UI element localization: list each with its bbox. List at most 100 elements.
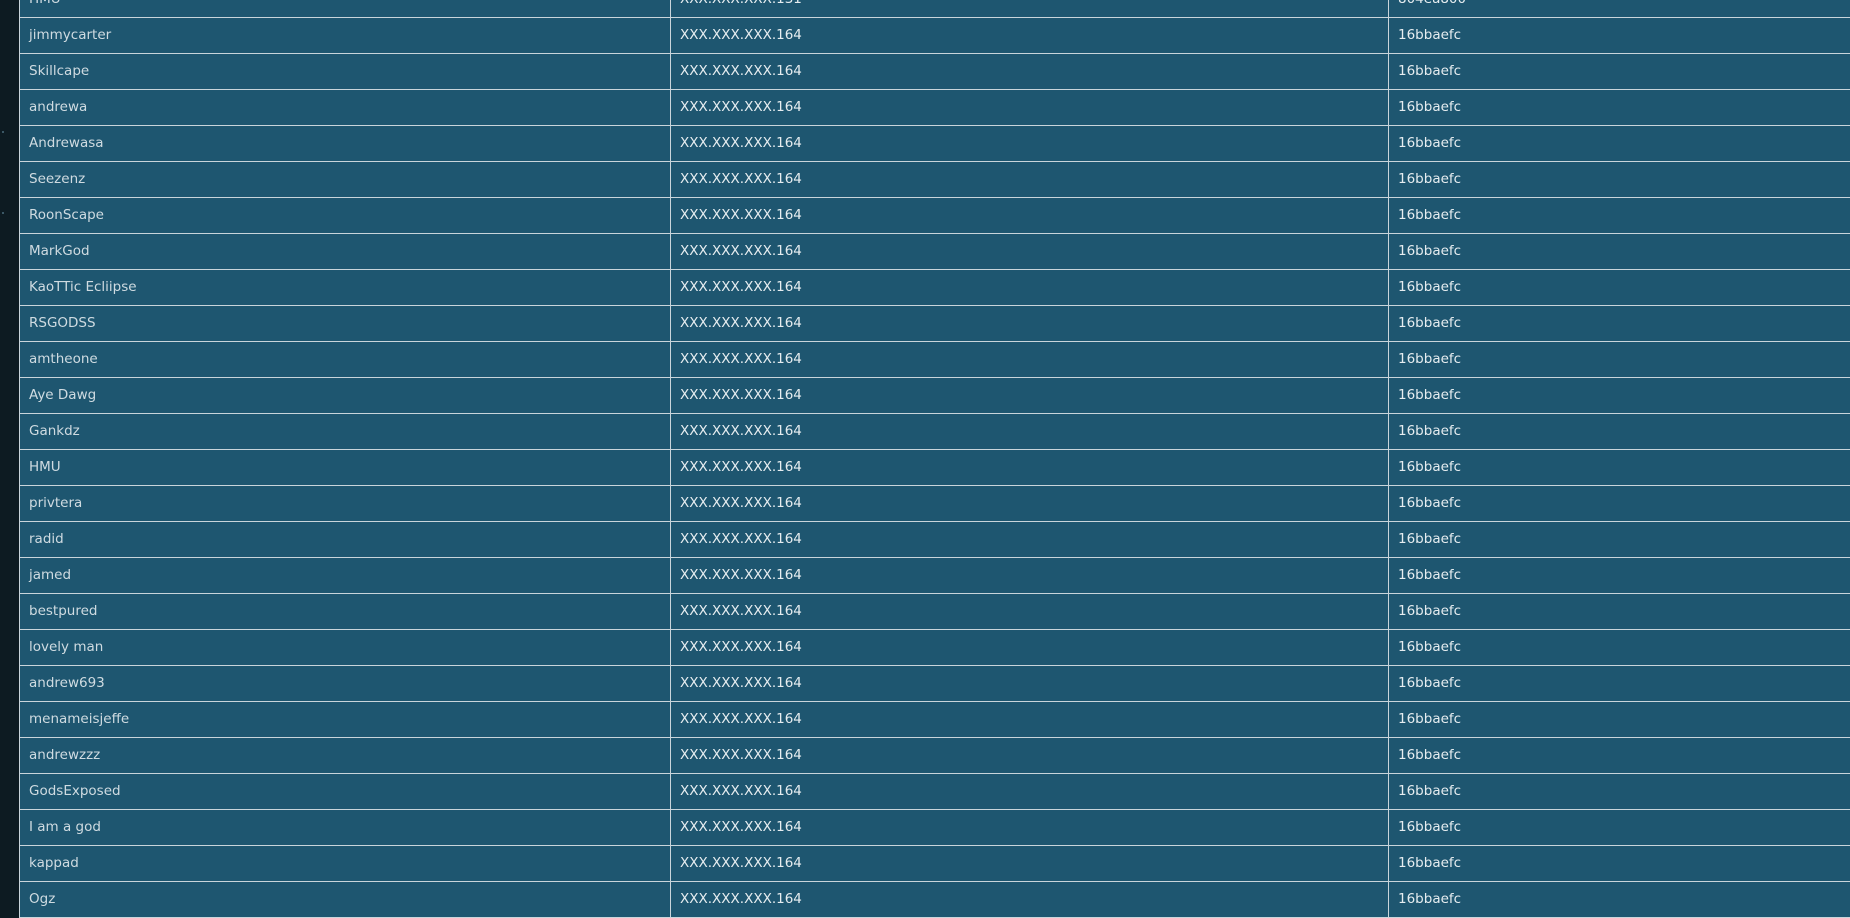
table-row: GodsExposed XXX.XXX.XXX.164 16bbaefc bbox=[19, 773, 1850, 810]
ip-address-cell: XXX.XXX.XXX.164 bbox=[670, 305, 1389, 342]
table-row: Aye Dawg XXX.XXX.XXX.164 16bbaefc bbox=[19, 377, 1850, 414]
username-cell: Seezenz bbox=[19, 161, 671, 198]
table-row: bestpured XXX.XXX.XXX.164 16bbaefc bbox=[19, 593, 1850, 630]
hash-cell: 16bbaefc bbox=[1388, 773, 1850, 810]
table-row: andrewa XXX.XXX.XXX.164 16bbaefc bbox=[19, 89, 1850, 126]
hash-cell: 16bbaefc bbox=[1388, 89, 1850, 126]
ip-address-cell: XXX.XXX.XXX.164 bbox=[670, 845, 1389, 882]
username-cell: Skillcape bbox=[19, 53, 671, 90]
table-row: Skillcape XXX.XXX.XXX.164 16bbaefc bbox=[19, 53, 1850, 90]
ip-address-cell: XXX.XXX.XXX.164 bbox=[670, 737, 1389, 774]
table-row: HMU XXX.XXX.XXX.164 16bbaefc bbox=[19, 449, 1850, 486]
table-row: radid XXX.XXX.XXX.164 16bbaefc bbox=[19, 521, 1850, 558]
ip-address-cell: XXX.XXX.XXX.164 bbox=[670, 665, 1389, 702]
table-row: RSGODSS XXX.XXX.XXX.164 16bbaefc bbox=[19, 305, 1850, 342]
username-cell: bestpured bbox=[19, 593, 671, 630]
hash-cell: 16bbaefc bbox=[1388, 197, 1850, 234]
hash-cell: 16bbaefc bbox=[1388, 125, 1850, 162]
hash-cell: 16bbaefc bbox=[1388, 809, 1850, 846]
hash-cell: 16bbaefc bbox=[1388, 341, 1850, 378]
hash-cell: 16bbaefc bbox=[1388, 881, 1850, 918]
ip-address-cell: XXX.XXX.XXX.164 bbox=[670, 53, 1389, 90]
hash-cell: 16bbaefc bbox=[1388, 845, 1850, 882]
ip-address-cell: XXX.XXX.XXX.164 bbox=[670, 773, 1389, 810]
ip-address-cell: XXX.XXX.XXX.131 bbox=[670, 0, 1389, 18]
table-row: HMUXXX.XXX.XXX.131804ea800 bbox=[19, 0, 1850, 18]
hash-cell: 16bbaefc bbox=[1388, 629, 1850, 666]
ip-address-cell: XXX.XXX.XXX.164 bbox=[670, 233, 1389, 270]
username-cell: menameisjeffe bbox=[19, 701, 671, 738]
username-cell: Andrewasa bbox=[19, 125, 671, 162]
ip-address-cell: XXX.XXX.XXX.164 bbox=[670, 449, 1389, 486]
hash-cell: 16bbaefc bbox=[1388, 17, 1850, 54]
table-row: jamed XXX.XXX.XXX.164 16bbaefc bbox=[19, 557, 1850, 594]
username-cell: HMU bbox=[19, 449, 671, 486]
username-cell: jimmycarter bbox=[19, 17, 671, 54]
ip-address-cell: XXX.XXX.XXX.164 bbox=[670, 701, 1389, 738]
hash-cell: 804ea800 bbox=[1388, 0, 1850, 18]
hash-cell: 16bbaefc bbox=[1388, 521, 1850, 558]
username-cell: Aye Dawg bbox=[19, 377, 671, 414]
username-cell: Gankdz bbox=[19, 413, 671, 450]
ip-address-cell: XXX.XXX.XXX.164 bbox=[670, 341, 1389, 378]
username-cell: amtheone bbox=[19, 341, 671, 378]
hash-cell: 16bbaefc bbox=[1388, 557, 1850, 594]
username-cell: Ogz bbox=[19, 881, 671, 918]
ip-address-cell: XXX.XXX.XXX.164 bbox=[670, 413, 1389, 450]
hash-cell: 16bbaefc bbox=[1388, 161, 1850, 198]
hash-cell: 16bbaefc bbox=[1388, 53, 1850, 90]
ip-address-cell: XXX.XXX.XXX.164 bbox=[670, 125, 1389, 162]
hash-cell: 16bbaefc bbox=[1388, 233, 1850, 270]
table-row: andrew693 XXX.XXX.XXX.164 16bbaefc bbox=[19, 665, 1850, 702]
table-row: andrewzzz XXX.XXX.XXX.164 16bbaefc bbox=[19, 737, 1850, 774]
hash-cell: 16bbaefc bbox=[1388, 413, 1850, 450]
username-cell: lovely man bbox=[19, 629, 671, 666]
ip-address-cell: XXX.XXX.XXX.164 bbox=[670, 593, 1389, 630]
left-gutter bbox=[0, 0, 19, 918]
table-row: RoonScape XXX.XXX.XXX.164 16bbaefc bbox=[19, 197, 1850, 234]
records-table-body: HMUXXX.XXX.XXX.131804ea800jimmycarterXXX… bbox=[19, 0, 1850, 918]
username-cell: radid bbox=[19, 521, 671, 558]
ip-address-cell: XXX.XXX.XXX.164 bbox=[670, 17, 1389, 54]
hash-cell: 16bbaefc bbox=[1388, 305, 1850, 342]
table-row: KaoTTic Ecliipse XXX.XXX.XXX.164 16bbaefc bbox=[19, 269, 1850, 306]
ip-address-cell: XXX.XXX.XXX.164 bbox=[670, 197, 1389, 234]
username-cell: KaoTTic Ecliipse bbox=[19, 269, 671, 306]
gutter-mark bbox=[2, 212, 4, 214]
username-cell: privtera bbox=[19, 485, 671, 522]
records-table: HMUXXX.XXX.XXX.131804ea800jimmycarterXXX… bbox=[19, 0, 1850, 918]
table-row: amtheone XXX.XXX.XXX.164 16bbaefc bbox=[19, 341, 1850, 378]
ip-address-cell: XXX.XXX.XXX.164 bbox=[670, 557, 1389, 594]
table-row: privtera XXX.XXX.XXX.164 16bbaefc bbox=[19, 485, 1850, 522]
username-cell: andrew693 bbox=[19, 665, 671, 702]
username-cell: andrewzzz bbox=[19, 737, 671, 774]
hash-cell: 16bbaefc bbox=[1388, 665, 1850, 702]
hash-cell: 16bbaefc bbox=[1388, 485, 1850, 522]
records-table-container[interactable]: HMUXXX.XXX.XXX.131804ea800jimmycarterXXX… bbox=[19, 0, 1850, 918]
table-row: I am a god XXX.XXX.XXX.164 16bbaefc bbox=[19, 809, 1850, 846]
username-cell: RoonScape bbox=[19, 197, 671, 234]
table-row: menameisjeffe XXX.XXX.XXX.164 16bbaefc bbox=[19, 701, 1850, 738]
hash-cell: 16bbaefc bbox=[1388, 737, 1850, 774]
ip-address-cell: XXX.XXX.XXX.164 bbox=[670, 485, 1389, 522]
hash-cell: 16bbaefc bbox=[1388, 377, 1850, 414]
username-cell: HMU bbox=[19, 0, 671, 18]
ip-address-cell: XXX.XXX.XXX.164 bbox=[670, 269, 1389, 306]
table-row: Seezenz XXX.XXX.XXX.164 16bbaefc bbox=[19, 161, 1850, 198]
username-cell: RSGODSS bbox=[19, 305, 671, 342]
username-cell: jamed bbox=[19, 557, 671, 594]
ip-address-cell: XXX.XXX.XXX.164 bbox=[670, 89, 1389, 126]
table-row: jimmycarter XXX.XXX.XXX.164 16bbaefc bbox=[19, 17, 1850, 54]
table-row: kappad XXX.XXX.XXX.164 16bbaefc bbox=[19, 845, 1850, 882]
hash-cell: 16bbaefc bbox=[1388, 269, 1850, 306]
username-cell: MarkGod bbox=[19, 233, 671, 270]
table-row: lovely man XXX.XXX.XXX.164 16bbaefc bbox=[19, 629, 1850, 666]
table-row: Gankdz XXX.XXX.XXX.164 16bbaefc bbox=[19, 413, 1850, 450]
hash-cell: 16bbaefc bbox=[1388, 701, 1850, 738]
table-row: MarkGod XXX.XXX.XXX.164 16bbaefc bbox=[19, 233, 1850, 270]
username-cell: kappad bbox=[19, 845, 671, 882]
username-cell: GodsExposed bbox=[19, 773, 671, 810]
ip-address-cell: XXX.XXX.XXX.164 bbox=[670, 809, 1389, 846]
username-cell: I am a god bbox=[19, 809, 671, 846]
ip-address-cell: XXX.XXX.XXX.164 bbox=[670, 161, 1389, 198]
